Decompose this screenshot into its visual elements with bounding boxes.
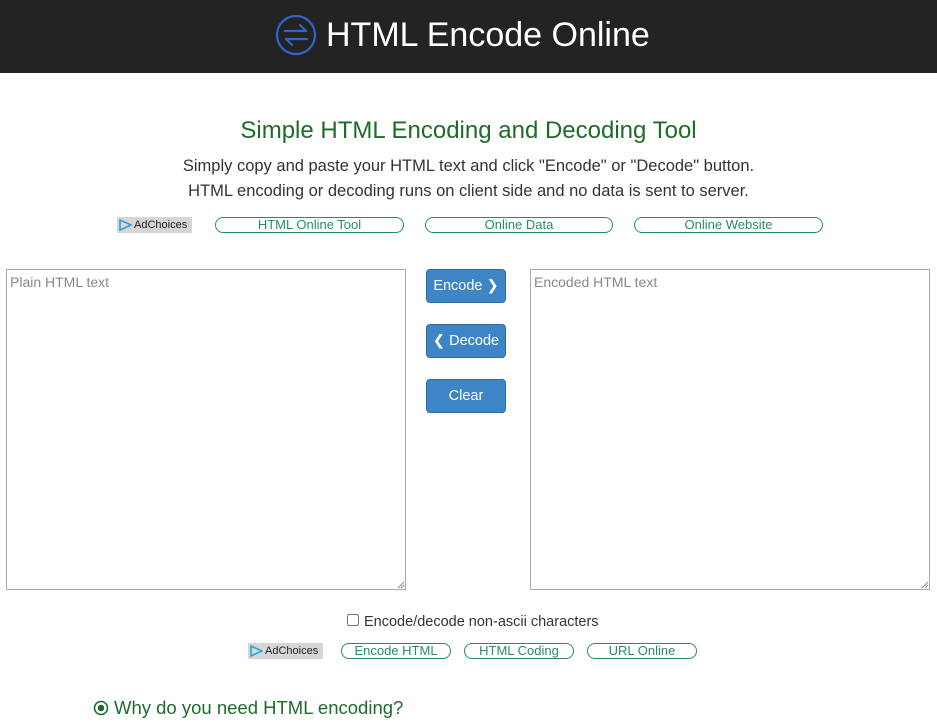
adchoices-icon [119,219,132,231]
resize-grip-icon[interactable] [395,579,405,589]
ad-link-encode-html[interactable]: Encode HTML [341,643,451,659]
non-ascii-checkbox[interactable] [347,614,359,626]
encoded-html-output[interactable] [530,269,930,590]
page-title: Simple HTML Encoding and Decoding Tool [240,117,697,144]
radio-target-icon [93,700,109,716]
decode-button[interactable]: ❮ Decode [426,324,506,358]
adchoices-badge[interactable]: AdChoices [248,643,323,659]
description-line-1: Simply copy and paste your HTML text and… [182,157,755,175]
description-line-2: HTML encoding or decoding runs on client… [188,182,749,200]
non-ascii-label[interactable]: Encode/decode non-ascii characters [364,613,599,631]
ad-link-html-coding[interactable]: HTML Coding [464,643,574,659]
adchoices-label: AdChoices [265,645,319,657]
plain-html-input[interactable] [6,269,406,590]
resize-grip-icon[interactable] [919,579,929,589]
site-header: HTML Encode Online [0,0,937,73]
encode-button[interactable]: Encode ❯ [426,269,506,303]
ad-link-html-online-tool[interactable]: HTML Online Tool [215,217,404,233]
ad-link-online-data[interactable]: Online Data [425,217,613,233]
ad-link-url-online[interactable]: URL Online [587,643,697,659]
clear-button[interactable]: Clear [426,379,506,413]
ad-link-online-website[interactable]: Online Website [634,217,823,233]
adchoices-label: AdChoices [134,219,188,231]
adchoices-icon [250,645,263,657]
adchoices-badge[interactable]: AdChoices [117,217,192,233]
arrows-exchange-circle-icon[interactable] [275,14,317,56]
faq-question-text[interactable]: Why do you need HTML encoding? [114,697,403,719]
site-title[interactable]: HTML Encode Online [326,14,650,56]
